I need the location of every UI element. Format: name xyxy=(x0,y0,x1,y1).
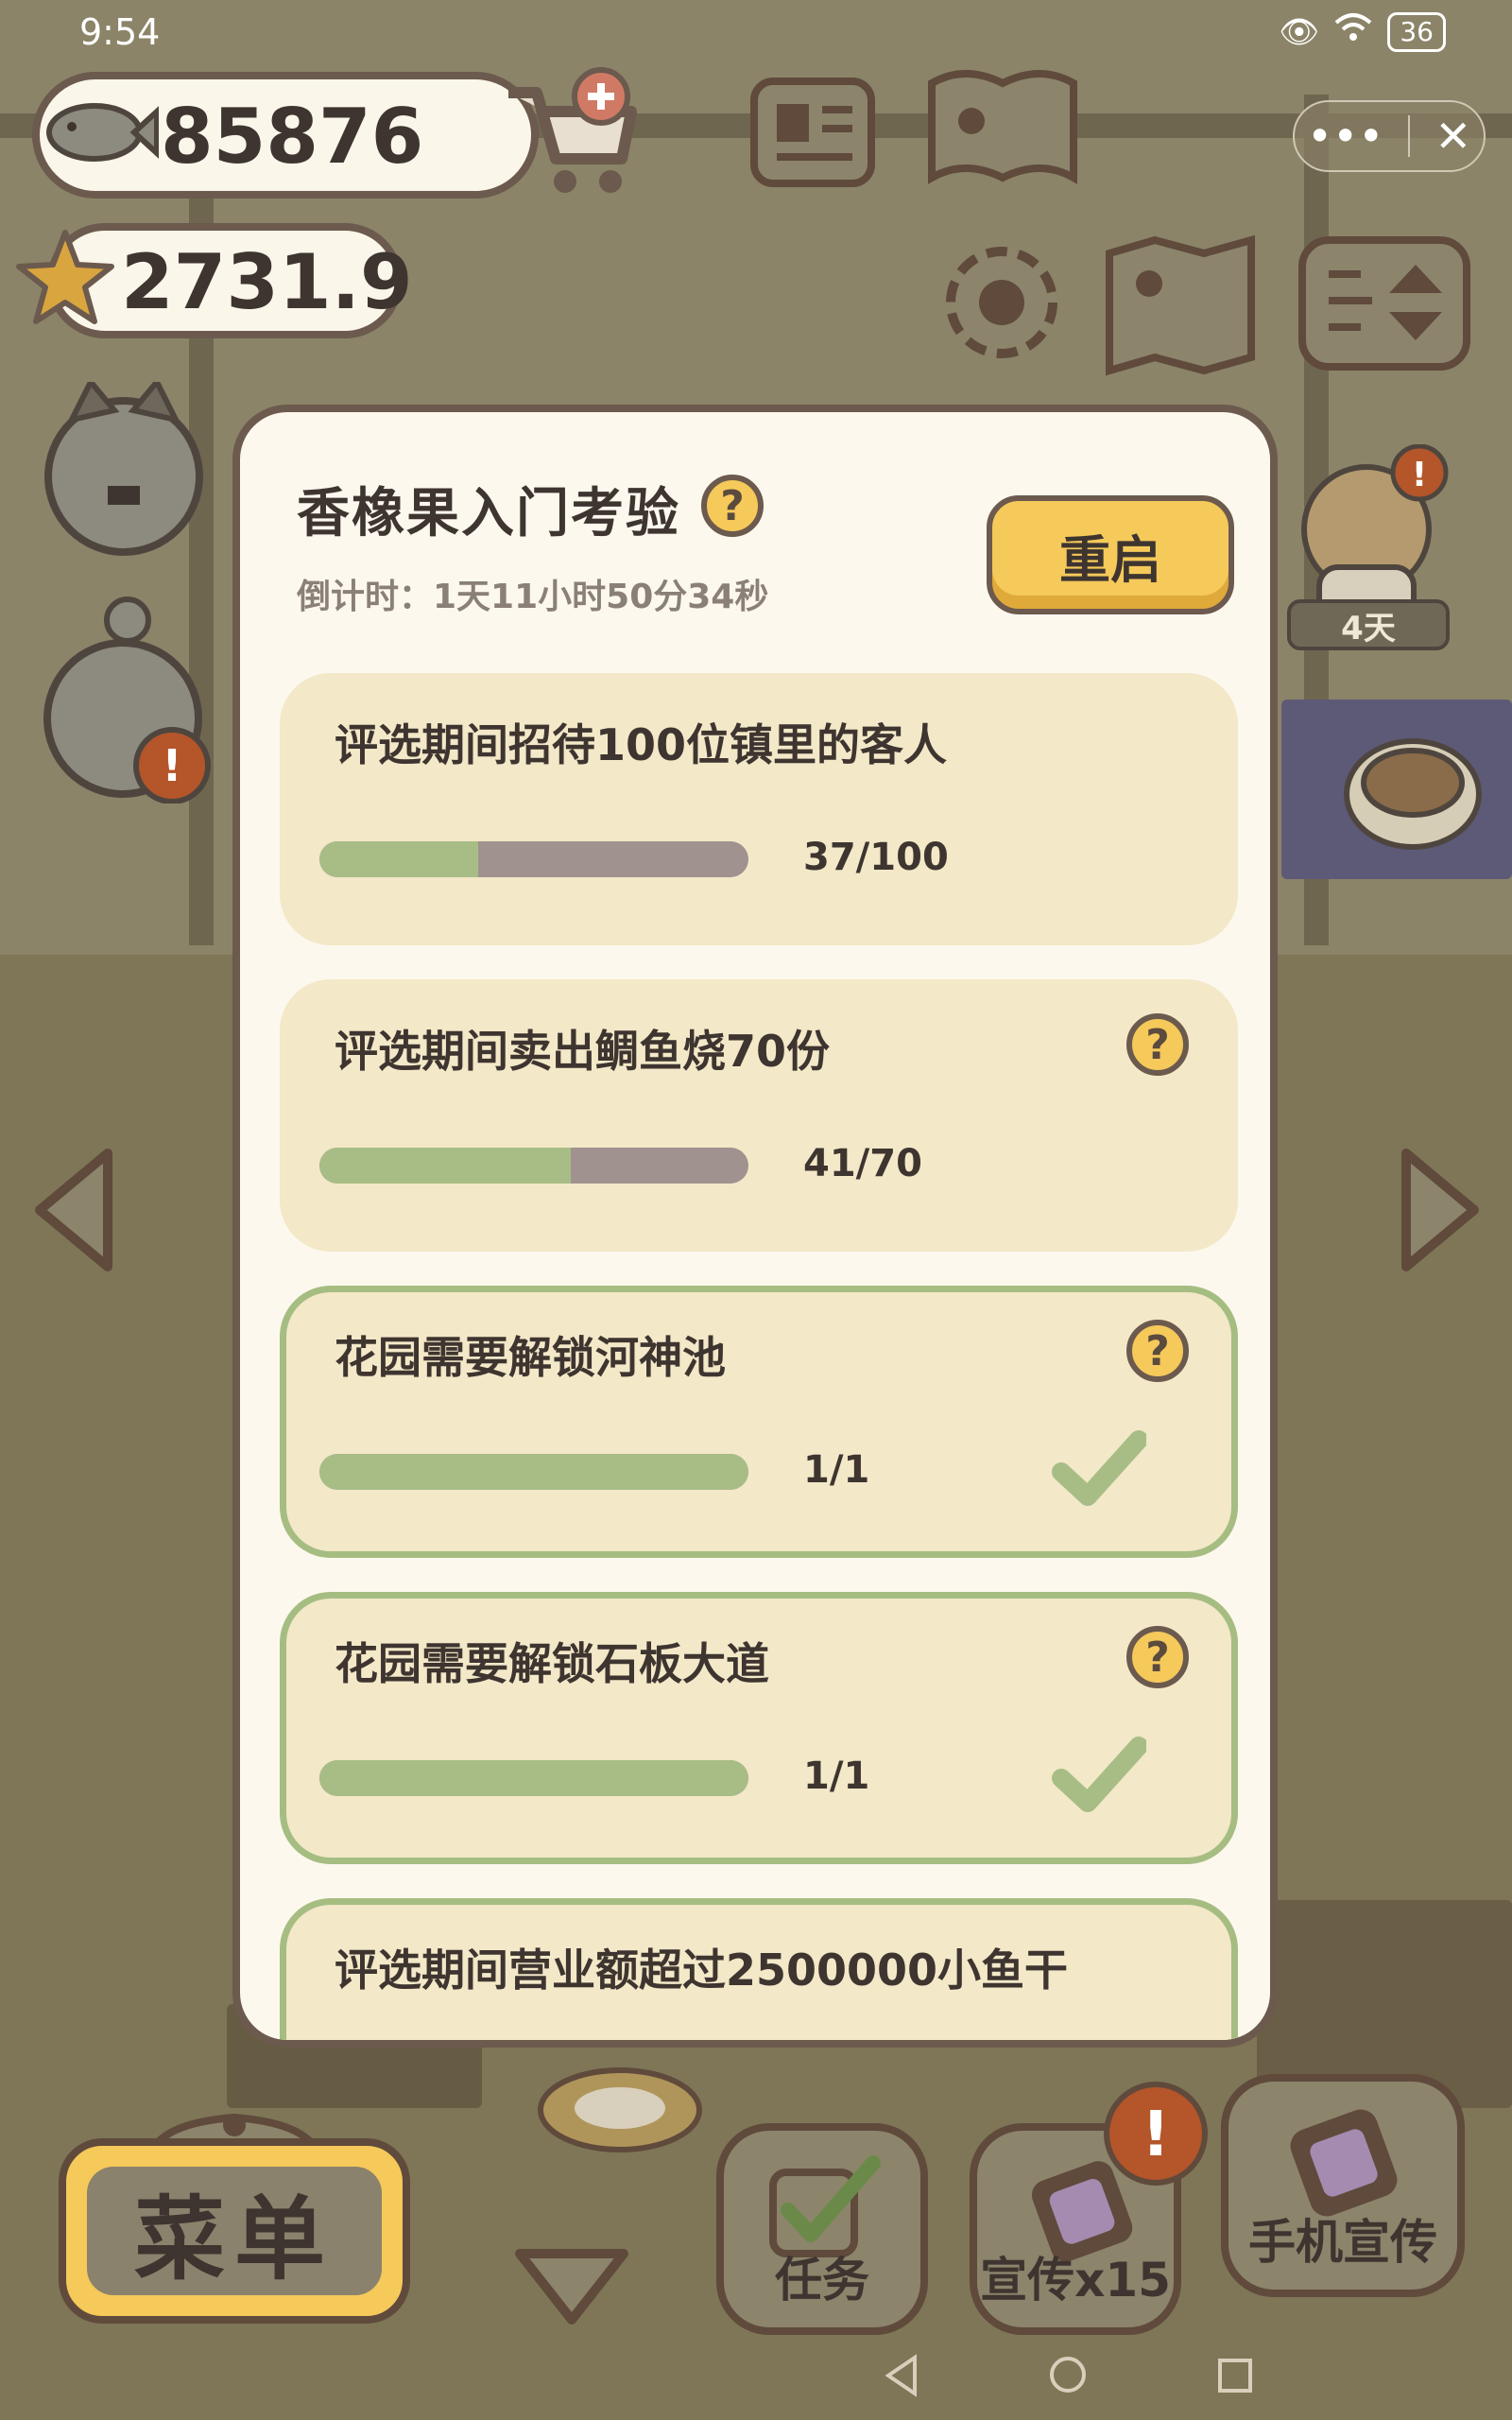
task-progress-fill xyxy=(319,1760,748,1796)
next-arrow-icon[interactable] xyxy=(1395,1144,1486,1276)
menu-button-label: 菜单 xyxy=(87,2167,382,2295)
taiyaki-display-icon xyxy=(1344,738,1482,850)
task-card: 评选期间营业额超过2500000小鱼干 xyxy=(280,1898,1238,2040)
task-card: 花园需要解锁石板大道? 1/1 xyxy=(280,1592,1238,1864)
restart-button[interactable]: 重启 xyxy=(987,495,1234,614)
more-options-button[interactable]: ••• xyxy=(1307,111,1383,162)
promo-alert-badge: ! xyxy=(1104,2082,1208,2186)
fish-currency-pill: 85876 xyxy=(32,72,539,199)
task-progress-text: 41/70 xyxy=(803,1142,922,1185)
cat-book-icon[interactable] xyxy=(922,64,1083,197)
fish-amount: 85876 xyxy=(161,93,424,181)
task-progress-bar xyxy=(319,1148,748,1184)
tasks-button[interactable]: 任务 xyxy=(716,2123,928,2335)
wifi-icon xyxy=(1334,11,1372,52)
recents-nav-icon[interactable] xyxy=(1215,2356,1255,2395)
task-progress-bar xyxy=(319,841,748,877)
promo-button-label: 宣传x15 xyxy=(980,2253,1171,2308)
task-label: 花园需要解锁石板大道 xyxy=(335,1638,769,1689)
status-icons: 👁 36 xyxy=(1279,11,1446,52)
task-card: 评选期间卖出鲷鱼烧70份? 41/70 xyxy=(280,979,1238,1252)
close-button[interactable]: ✕ xyxy=(1435,111,1471,162)
quest-modal: 香橡果入门考验 ? 倒计时：1天11小时50分34秒 重启 评选期间招待100位… xyxy=(232,405,1278,2048)
days-badge: 4天 xyxy=(1287,599,1450,650)
svg-text:!: ! xyxy=(1412,456,1427,494)
food-plate-icon xyxy=(538,2067,702,2152)
task-help-button[interactable]: ? xyxy=(1126,1013,1189,1076)
task-progress-text: 1/1 xyxy=(803,1754,870,1798)
task-progress-fill xyxy=(319,1454,748,1490)
task-progress-text: 1/1 xyxy=(803,1448,870,1492)
sort-toggle-icon[interactable] xyxy=(1295,233,1474,374)
fish-icon xyxy=(46,103,159,162)
task-card: 花园需要解锁河神池? 1/1 xyxy=(280,1286,1238,1558)
quest-countdown: 倒计时：1天11小时50分34秒 xyxy=(297,578,769,616)
home-nav-icon[interactable] xyxy=(1047,2354,1089,2395)
task-help-button[interactable]: ? xyxy=(1126,1626,1189,1688)
quest-title: 香橡果入门考验 xyxy=(297,483,680,544)
cat-chef-icon[interactable]: ! xyxy=(38,596,217,804)
task-progress-text: 37/100 xyxy=(803,836,949,879)
status-time: 9:54 xyxy=(79,11,161,53)
task-label: 评选期间招待100位镇里的客人 xyxy=(335,719,948,770)
task-progress-bar xyxy=(319,1454,748,1490)
task-card: 评选期间招待100位镇里的客人 37/100 xyxy=(280,673,1238,945)
task-help-button[interactable]: ? xyxy=(1126,1320,1189,1382)
tasks-button-label: 任务 xyxy=(775,2253,869,2308)
task-progress-fill xyxy=(319,841,478,877)
star-icon xyxy=(16,230,114,324)
quest-help-button[interactable]: ? xyxy=(701,475,764,537)
gear-icon[interactable] xyxy=(936,236,1068,369)
system-nav-bar xyxy=(0,2344,1512,2420)
previous-arrow-icon[interactable] xyxy=(28,1144,119,1276)
newspaper-icon[interactable] xyxy=(747,72,879,195)
map-icon[interactable] xyxy=(1100,234,1261,376)
mini-program-menu: ••• ✕ xyxy=(1293,100,1486,172)
task-progress-fill xyxy=(319,1148,571,1184)
collapse-down-icon[interactable] xyxy=(510,2244,633,2329)
menu-divider xyxy=(1408,115,1411,157)
svg-text:!: ! xyxy=(163,740,182,791)
task-progress-bar xyxy=(319,1760,748,1796)
phone-promo-button[interactable]: 手机宣传 xyxy=(1221,2074,1465,2297)
task-label: 评选期间卖出鲷鱼烧70份 xyxy=(335,1026,831,1077)
check-icon xyxy=(1052,1737,1146,1812)
eye-icon: 👁 xyxy=(1279,12,1320,51)
back-nav-icon[interactable] xyxy=(883,2354,920,2397)
menu-button[interactable]: 菜单 xyxy=(59,2138,410,2324)
task-label: 花园需要解锁河神池 xyxy=(335,1332,726,1383)
cat-customer-icon[interactable] xyxy=(34,382,214,562)
shop-cart-icon[interactable] xyxy=(499,64,641,206)
star-amount: 2731.9 xyxy=(121,238,413,326)
battery-indicator: 36 xyxy=(1387,11,1446,52)
check-icon xyxy=(1052,1430,1146,1506)
phone-promo-button-label: 手机宣传 xyxy=(1248,2215,1437,2270)
task-label: 评选期间营业额超过2500000小鱼干 xyxy=(335,1945,1069,1996)
